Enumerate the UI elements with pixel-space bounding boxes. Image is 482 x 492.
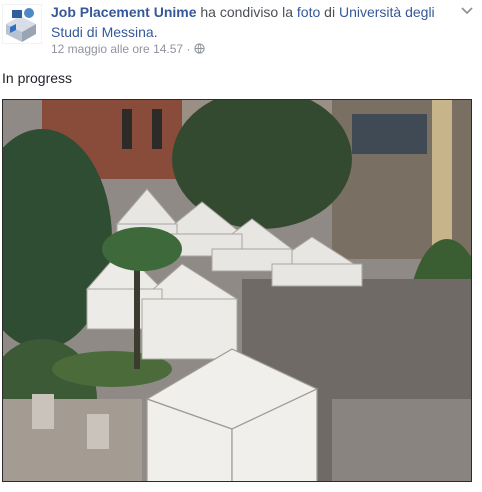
- action-text-of: di: [320, 4, 339, 20]
- post-photo[interactable]: [2, 99, 472, 482]
- post-header: Job Placement Unime ha condiviso la foto…: [0, 0, 482, 66]
- action-text-end: .: [153, 24, 158, 40]
- tents-photo: [2, 99, 472, 482]
- author-link[interactable]: Job Placement Unime: [51, 4, 197, 20]
- chevron-down-icon[interactable]: [459, 2, 475, 18]
- post-meta: 12 maggio alle ore 14.57 ·: [51, 42, 205, 56]
- shared-photo-link[interactable]: foto: [297, 4, 320, 20]
- post-headline: Job Placement Unime ha condiviso la foto…: [51, 2, 456, 42]
- page-avatar[interactable]: [1, 3, 43, 45]
- facebook-post: Job Placement Unime ha condiviso la foto…: [0, 0, 482, 492]
- globe-icon[interactable]: [194, 43, 205, 54]
- timestamp-link[interactable]: 12 maggio alle ore 14.57: [51, 42, 183, 56]
- avatar-logo-icon: [1, 3, 43, 45]
- action-text: ha condiviso la: [196, 4, 297, 20]
- meta-separator: ·: [186, 42, 191, 56]
- post-caption: In progress: [2, 70, 73, 86]
